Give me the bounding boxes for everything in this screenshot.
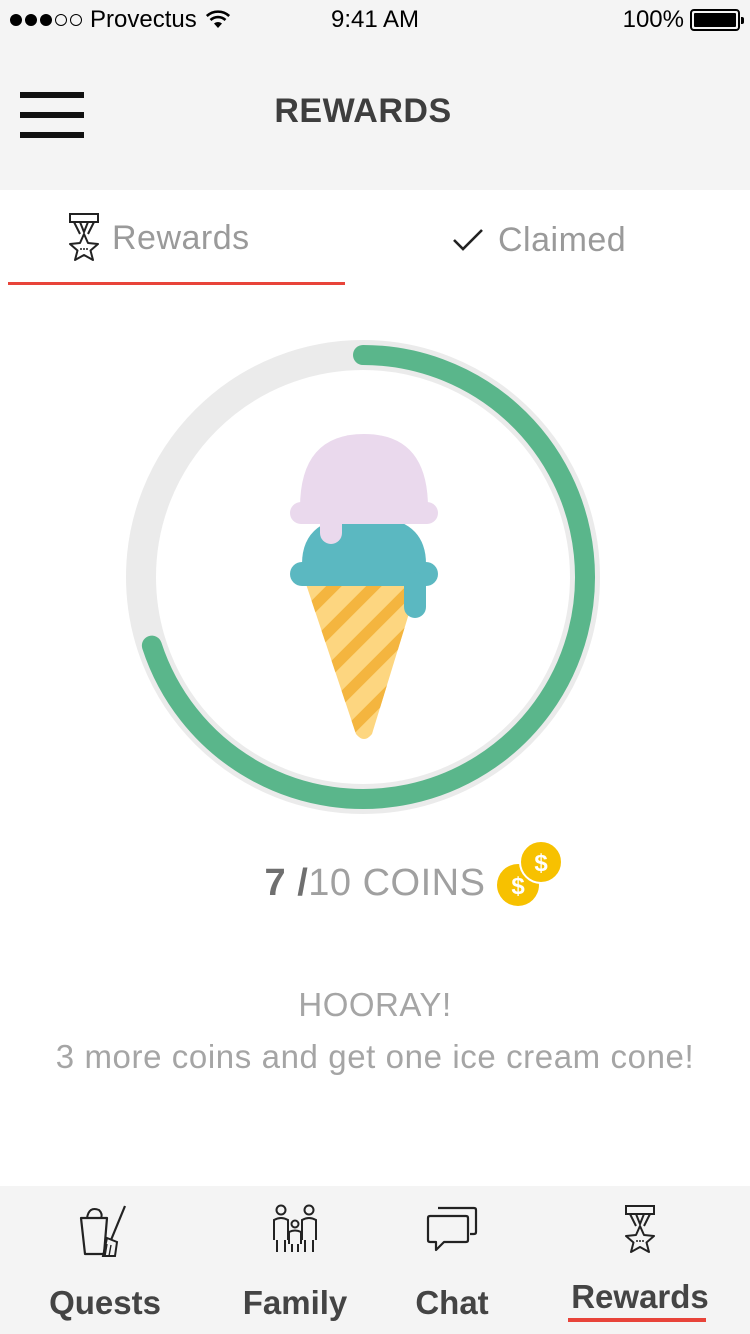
tab-rewards-label: Rewards [112,218,250,257]
tab-rewards[interactable]: Rewards [66,190,250,286]
svg-text:$: $ [512,873,526,900]
svg-text:$: $ [535,850,549,877]
checkmark-icon [453,229,483,251]
medal-icon [69,213,99,261]
reward-message-body: 3 more coins and get one ice cream cone! [55,1038,695,1075]
coins-icon: $ $ [497,840,564,906]
chat-bubbles-icon [426,1206,478,1252]
coins-text: 7 /10 COINS [265,862,486,905]
tabbar-item-family[interactable]: Family [222,1186,368,1334]
battery-percentage: 100% [622,6,684,33]
tab-claimed-label: Claimed [498,220,627,259]
coins-total: 10 COINS [308,861,486,904]
rewards-tabs: Rewards Claimed [0,190,750,290]
active-tab-indicator [8,282,345,285]
tab-claimed[interactable]: Claimed [452,192,626,288]
ice-cream-cone-icon [290,434,438,739]
tabbar-item-chat[interactable]: Chat [396,1186,508,1334]
status-bar: Provectus 9:41 AM 100% [0,0,750,40]
medal-icon [625,1205,655,1253]
bottom-tab-bar: Quests Family Chat Rewards [0,1186,750,1334]
tabbar-item-quests[interactable]: Quests [30,1186,180,1334]
family-icon [273,1204,317,1252]
tabbar-label-rewards: Rewards [571,1278,709,1315]
coins-counter: 7 /10 COINS $ $ [0,840,750,908]
battery-icon [690,9,744,31]
tabbar-label-chat: Chat [415,1284,489,1321]
active-tabbar-indicator [568,1318,706,1322]
reward-message-title: HOORAY! [298,986,452,1023]
coins-current: 7 / [264,861,309,904]
page-title: REWARDS [274,92,452,130]
bucket-broom-icon [79,1205,127,1257]
tabbar-label-quests: Quests [49,1284,161,1321]
tabbar-item-rewards[interactable]: Rewards [560,1186,720,1334]
status-right: 100% [622,6,744,34]
tabbar-label-family: Family [242,1284,348,1321]
navigation-bar: REWARDS [0,40,750,190]
